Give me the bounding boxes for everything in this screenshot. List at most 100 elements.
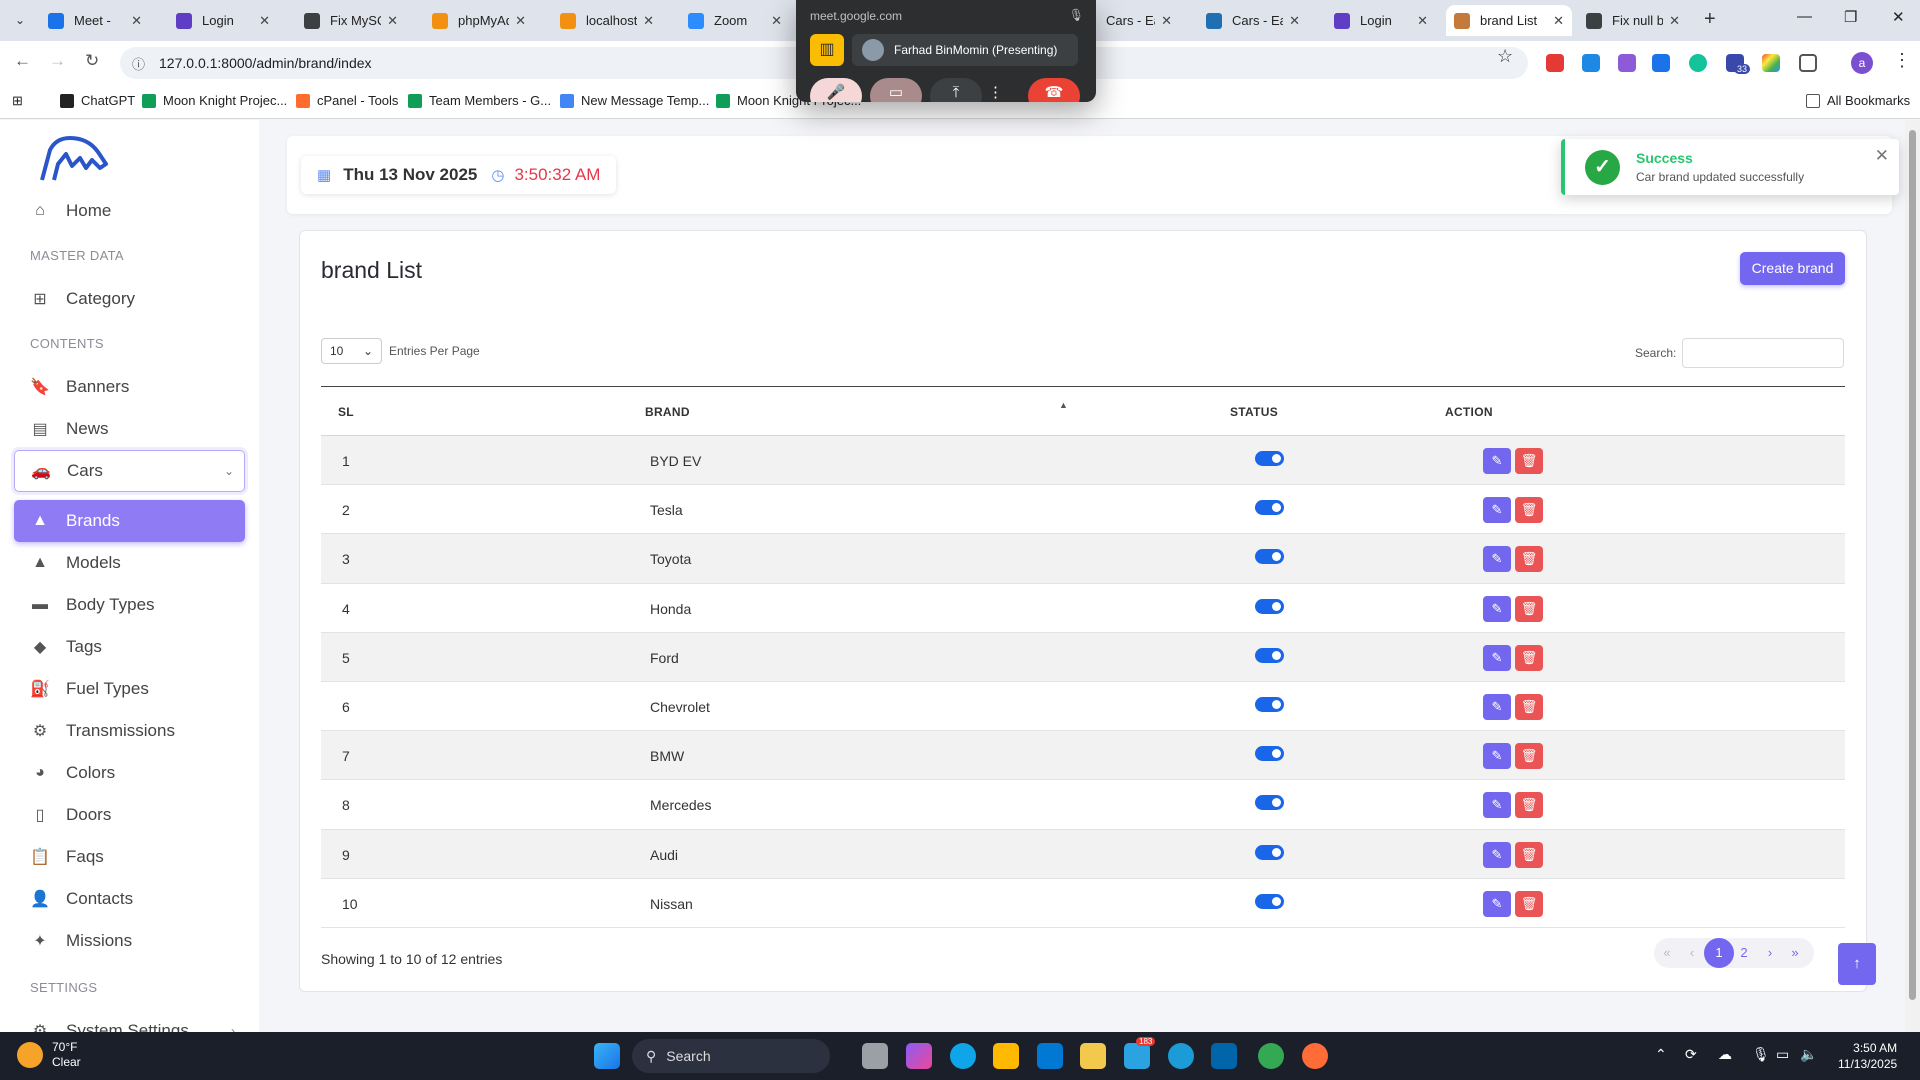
close-tab-icon[interactable]: ✕ <box>515 13 526 29</box>
extension-icon[interactable]: 33 <box>1726 54 1751 74</box>
extension-icon[interactable] <box>1582 54 1600 72</box>
status-toggle[interactable] <box>1255 549 1284 565</box>
browser-tab[interactable]: localhost / ✕ <box>552 5 662 36</box>
apps-grid-icon[interactable]: ⊞ <box>12 93 23 109</box>
status-toggle[interactable] <box>1255 746 1284 762</box>
sidebar-item-transmissions[interactable]: ⚙ Transmissions <box>14 710 245 752</box>
windows-start-icon[interactable] <box>594 1043 620 1069</box>
close-window-button[interactable]: ✕ <box>1892 8 1905 26</box>
restore-button[interactable]: ❐ <box>1844 8 1857 26</box>
file-explorer-icon[interactable] <box>1080 1043 1106 1069</box>
close-tab-icon[interactable]: ✕ <box>387 13 398 29</box>
create-brand-button[interactable]: Create brand <box>1740 252 1845 285</box>
close-tab-icon[interactable]: ✕ <box>259 13 270 29</box>
status-toggle[interactable] <box>1255 500 1284 516</box>
extension-icon[interactable] <box>1652 54 1670 72</box>
edit-button[interactable]: ✎ <box>1483 595 1511 622</box>
app-icon[interactable] <box>1168 1043 1194 1069</box>
sidebar-item-colors[interactable]: ◕ Colors <box>14 752 245 794</box>
bookmark-star-icon[interactable]: ☆ <box>1497 46 1513 67</box>
site-info-icon[interactable]: ⓘ <box>132 54 145 73</box>
sidebar-item-doors[interactable]: ▯ Doors <box>14 794 245 836</box>
status-toggle[interactable] <box>1255 451 1284 466</box>
all-bookmarks-link[interactable]: All Bookmarks <box>1806 93 1910 108</box>
tray-overflow-icon[interactable]: ⌃ <box>1655 1046 1667 1063</box>
weather-widget[interactable]: 70°F Clear <box>17 1040 81 1070</box>
back-button[interactable]: ← <box>14 51 31 71</box>
present-screen-button[interactable]: ⤒ <box>930 78 982 102</box>
delete-button[interactable]: 🗑 <box>1515 890 1543 917</box>
outlook-icon[interactable] <box>1037 1043 1063 1069</box>
edit-button[interactable]: ✎ <box>1483 448 1511 474</box>
task-view-icon[interactable] <box>862 1043 888 1069</box>
edit-button[interactable]: ✎ <box>1483 841 1511 868</box>
delete-button[interactable]: 🗑 <box>1515 497 1543 524</box>
close-icon[interactable]: ✕ <box>1875 146 1889 166</box>
delete-button[interactable]: 🗑 <box>1515 448 1543 474</box>
delete-button[interactable]: 🗑 <box>1515 644 1543 671</box>
edit-button[interactable]: ✎ <box>1483 644 1511 671</box>
sidebar-item-cars[interactable]: 🚗 Cars ⌄ <box>14 450 245 492</box>
page-scrollbar[interactable] <box>1905 120 1920 1032</box>
sidebar-item-models[interactable]: ▲ Models <box>14 542 245 584</box>
extension-icon[interactable] <box>1546 54 1564 72</box>
sync-icon[interactable]: ⟳ <box>1685 1046 1697 1063</box>
browser-menu-icon[interactable]: ⋮ <box>1893 50 1911 71</box>
scrollbar-thumb[interactable] <box>1909 130 1916 1000</box>
browser-tab[interactable]: Fix null br ✕ <box>1578 5 1688 36</box>
close-tab-icon[interactable]: ✕ <box>1161 13 1172 29</box>
browser-tab[interactable]: Cars - Easy ✕ <box>1198 5 1308 36</box>
close-tab-icon[interactable]: ✕ <box>1553 13 1564 29</box>
chrome-icon[interactable] <box>1258 1043 1284 1069</box>
browser-tab[interactable]: Fix MySQL ✕ <box>296 5 406 36</box>
sidebar-item-contacts[interactable]: 👤 Contacts <box>14 878 245 920</box>
delete-button[interactable]: 🗑 <box>1515 546 1543 573</box>
sidebar-item-tags[interactable]: ◆ Tags <box>14 626 245 668</box>
sidebar-item-category[interactable]: ⊞ Category <box>14 278 245 320</box>
status-toggle[interactable] <box>1255 893 1284 909</box>
edit-button[interactable]: ✎ <box>1483 792 1511 819</box>
column-header-status[interactable]: STATUS <box>1230 405 1278 419</box>
close-tab-icon[interactable]: ✕ <box>1289 13 1300 29</box>
sidebar-item-body-types[interactable]: ▬ Body Types <box>14 584 245 626</box>
extension-icon[interactable] <box>1618 54 1636 72</box>
delete-button[interactable]: 🗑 <box>1515 841 1543 868</box>
profile-avatar[interactable]: a <box>1851 52 1873 74</box>
store-icon[interactable] <box>993 1043 1019 1069</box>
vscode-icon[interactable] <box>1211 1043 1237 1069</box>
meet-layout-icon[interactable]: ▥ <box>810 34 844 66</box>
prev-page-button[interactable]: ‹ <box>1677 938 1707 968</box>
sort-asc-icon[interactable]: ▲ <box>1059 400 1068 410</box>
minimize-button[interactable]: — <box>1797 8 1812 25</box>
edit-button[interactable]: ✎ <box>1483 546 1511 573</box>
sidebar-item-banners[interactable]: 🔖 Banners <box>14 366 245 408</box>
browser-tab[interactable]: brand List ✕ <box>1446 5 1572 36</box>
edit-button[interactable]: ✎ <box>1483 497 1511 524</box>
browser-tab[interactable]: phpMyAdmin ✕ <box>424 5 534 36</box>
delete-button[interactable]: 🗑 <box>1515 693 1543 720</box>
column-header-brand[interactable]: BRAND <box>645 405 690 419</box>
edit-button[interactable]: ✎ <box>1483 693 1511 720</box>
bookmark-link[interactable]: Team Members - G... <box>408 93 551 108</box>
sidebar-item-system-settings[interactable]: ⚙ System Settings › <box>14 1010 245 1032</box>
sidebar-item-faqs[interactable]: 📋 Faqs <box>14 836 245 878</box>
copilot-icon[interactable] <box>906 1043 932 1069</box>
taskbar-search[interactable]: ⚲ Search <box>632 1039 830 1073</box>
bookmark-link[interactable]: ChatGPT <box>60 93 135 108</box>
delete-button[interactable]: 🗑 <box>1515 743 1543 770</box>
volume-icon[interactable]: 🔈 <box>1800 1046 1817 1063</box>
sidebar-item-missions[interactable]: ✦ Missions <box>14 920 245 962</box>
postman-icon[interactable] <box>1302 1043 1328 1069</box>
forward-button[interactable]: → <box>49 51 66 71</box>
close-tab-icon[interactable]: ✕ <box>771 13 782 29</box>
browser-tab[interactable]: Zoom ✕ <box>680 5 790 36</box>
network-icon[interactable]: ▭ <box>1776 1046 1789 1063</box>
meet-more-icon[interactable]: ⋮ <box>988 78 1003 102</box>
close-tab-icon[interactable]: ✕ <box>1417 13 1428 29</box>
sidebar-item-home[interactable]: ⌂ Home <box>14 190 245 232</box>
column-header-sl[interactable]: SL <box>338 405 354 419</box>
browser-tab[interactable]: Login ✕ <box>168 5 278 36</box>
mic-off-button[interactable]: 🎤 <box>810 78 862 102</box>
browser-tab[interactable]: Meet - ✕ <box>40 5 150 36</box>
tab-search-icon[interactable]: ⌄ <box>8 8 32 32</box>
